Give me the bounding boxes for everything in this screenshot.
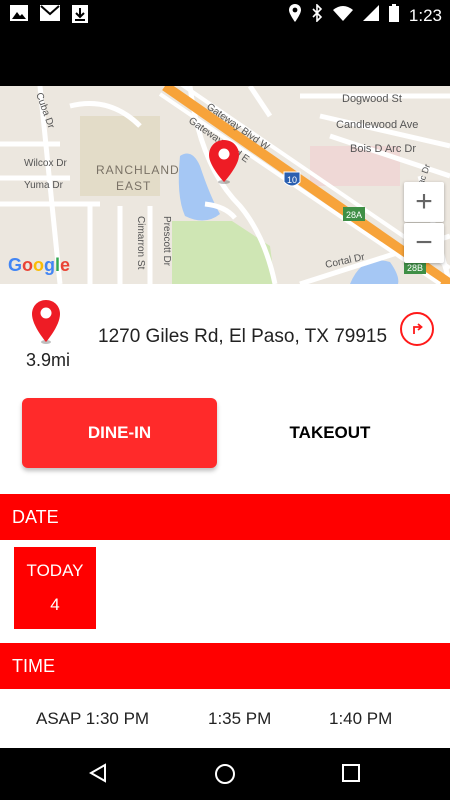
location-icon <box>288 4 301 27</box>
back-icon[interactable] <box>88 763 108 788</box>
date-header: DATE <box>0 494 450 540</box>
label-dogwood: Dogwood St <box>342 93 402 105</box>
map-park <box>172 221 275 284</box>
label-ranchland: RANCHLAND <box>96 163 180 177</box>
map-location-marker-icon[interactable] <box>209 140 239 184</box>
home-icon[interactable] <box>214 763 236 790</box>
label-cuba: Cuba Dr <box>33 91 56 130</box>
zoom-in-button[interactable]: + <box>404 182 444 222</box>
time-header: TIME <box>0 643 450 689</box>
date-option-label: TODAY <box>26 561 84 580</box>
address-label: 1270 Giles Rd, El Paso, TX 79915 <box>98 326 388 347</box>
wifi-icon <box>332 5 353 26</box>
navigation-bar <box>0 748 450 800</box>
clock: 1:23 <box>408 5 442 25</box>
label-yuma: Yuma Dr <box>24 180 64 191</box>
bluetooth-icon <box>311 3 323 27</box>
status-bar: 1:23 <box>0 0 450 28</box>
distance-label: 3.9mi <box>26 350 71 370</box>
takeout-button[interactable]: TAKEOUT <box>232 398 428 468</box>
location-pin-icon <box>32 300 60 349</box>
google-logo: Google <box>8 255 71 275</box>
dine-in-button[interactable]: DINE-IN <box>22 398 217 468</box>
date-option-today[interactable]: TODAY 4 <box>14 547 96 629</box>
label-cimarron: Cimarron St <box>135 216 146 270</box>
label-bois-d-arc: Bois D Arc Dr <box>350 143 416 155</box>
map-view[interactable]: Gateway Blvd W Gateway Blvd E Dogwood St… <box>0 86 450 284</box>
gmail-icon <box>40 5 60 28</box>
directions-icon <box>413 323 423 334</box>
date-option-day: 4 <box>50 595 60 614</box>
time-option-135[interactable]: 1:35 PM <box>208 709 271 729</box>
label-wilcox: Wilcox Dr <box>24 158 67 169</box>
time-option-asap[interactable]: ASAP 1:30 PM <box>36 709 149 729</box>
app-bar <box>0 28 450 86</box>
svg-text:28A: 28A <box>346 210 362 220</box>
gallery-icon <box>10 5 28 28</box>
svg-text:28B: 28B <box>407 263 423 273</box>
download-icon <box>72 5 88 28</box>
svg-text:10: 10 <box>287 175 297 185</box>
location-info: 3.9mi 1270 Giles Rd, El Paso, TX 79915 <box>0 284 450 384</box>
label-east: EAST <box>116 179 151 193</box>
label-candlewood: Candlewood Ave <box>336 119 418 131</box>
label-prescott: Prescott Dr <box>161 216 172 267</box>
zoom-out-button[interactable]: − <box>404 223 444 263</box>
battery-icon <box>388 4 399 27</box>
recents-icon[interactable] <box>342 764 360 787</box>
exit-28a-badge: 28A <box>343 207 365 221</box>
signal-icon <box>362 5 379 26</box>
interstate-shield: 10 <box>283 171 301 187</box>
time-option-140[interactable]: 1:40 PM <box>329 709 392 729</box>
directions-button[interactable] <box>400 312 434 346</box>
